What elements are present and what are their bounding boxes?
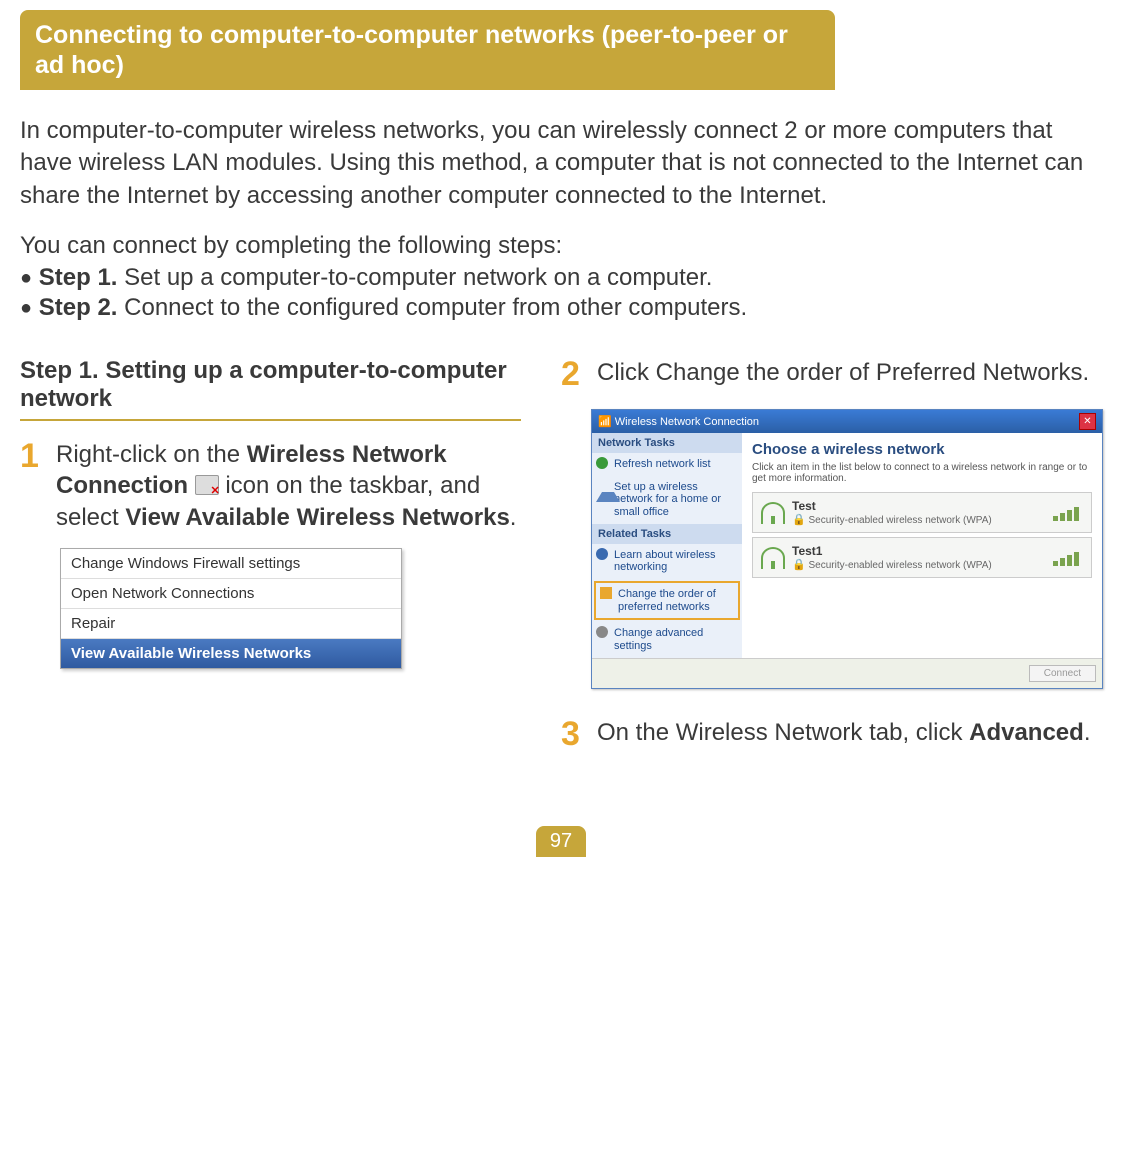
info-icon bbox=[596, 548, 608, 560]
home-icon bbox=[596, 480, 620, 502]
network-name: Test1 bbox=[792, 544, 992, 558]
step-number-2: 2 bbox=[561, 357, 589, 391]
instruction-3: 3 On the Wireless Network tab, click Adv… bbox=[561, 717, 1102, 751]
close-icon[interactable]: ✕ bbox=[1079, 413, 1096, 430]
instruction-2: 2 Click Change the order of Preferred Ne… bbox=[561, 357, 1102, 391]
network-name: Test bbox=[792, 499, 992, 513]
signal-bars-icon bbox=[1053, 550, 1083, 566]
step-number-1: 1 bbox=[20, 439, 48, 533]
intro-text: In computer-to-computer wireless network… bbox=[20, 115, 1102, 212]
signal-icon bbox=[761, 502, 785, 524]
window-sidebar: Network Tasks Refresh network list Set u… bbox=[592, 433, 742, 657]
sidebar-link-change-order[interactable]: Change the order of preferred networks bbox=[594, 581, 740, 620]
instruction-1: 1 Right-click on the Wireless Network Co… bbox=[20, 439, 521, 533]
wireless-tray-icon bbox=[195, 475, 219, 495]
gear-icon bbox=[596, 626, 608, 638]
sidebar-heading-tasks: Network Tasks bbox=[592, 433, 742, 453]
wireless-icon: 📶 bbox=[598, 416, 615, 428]
window-main-heading: Choose a wireless network bbox=[752, 441, 1092, 458]
context-menu-item[interactable]: Open Network Connections bbox=[61, 579, 401, 609]
sidebar-link-learn[interactable]: Learn about wireless networking bbox=[592, 544, 742, 579]
window-title: 📶 Wireless Network Connection bbox=[598, 415, 759, 428]
page-number: 97 bbox=[536, 826, 586, 857]
network-list-item[interactable]: Test 🔒 Security-enabled wireless network… bbox=[752, 492, 1092, 533]
sidebar-link-refresh[interactable]: Refresh network list bbox=[592, 453, 742, 476]
context-menu-item-selected[interactable]: View Available Wireless Networks bbox=[61, 639, 401, 668]
refresh-icon bbox=[596, 457, 608, 469]
sidebar-link-advanced[interactable]: Change advanced settings bbox=[592, 622, 742, 657]
signal-bars-icon bbox=[1053, 505, 1083, 521]
sidebar-link-setup[interactable]: Set up a wireless network for a home or … bbox=[592, 476, 742, 524]
step1-heading: Step 1. Setting up a computer-to-compute… bbox=[20, 357, 521, 421]
wireless-window-screenshot: 📶 Wireless Network Connection ✕ Network … bbox=[591, 409, 1103, 688]
context-menu-item[interactable]: Repair bbox=[61, 609, 401, 639]
section-title: Connecting to computer-to-computer netwo… bbox=[20, 10, 835, 90]
steps-intro: You can connect by completing the follow… bbox=[20, 232, 1102, 260]
window-main-subtext: Click an item in the list below to conne… bbox=[752, 462, 1092, 484]
network-security: 🔒 Security-enabled wireless network (WPA… bbox=[792, 513, 992, 526]
connect-button[interactable]: Connect bbox=[1029, 665, 1096, 682]
lock-icon: 🔒 bbox=[792, 559, 806, 571]
overview-step-2: ● Step 2. Connect to the configured comp… bbox=[20, 294, 1102, 322]
step-number-3: 3 bbox=[561, 717, 589, 751]
sidebar-heading-related: Related Tasks bbox=[592, 524, 742, 544]
star-icon bbox=[600, 587, 612, 599]
network-security: 🔒 Security-enabled wireless network (WPA… bbox=[792, 558, 992, 571]
context-menu-item[interactable]: Change Windows Firewall settings bbox=[61, 549, 401, 579]
overview-step-1: ● Step 1. Set up a computer-to-computer … bbox=[20, 264, 1102, 292]
signal-icon bbox=[761, 547, 785, 569]
lock-icon: 🔒 bbox=[792, 514, 806, 526]
window-titlebar: 📶 Wireless Network Connection ✕ bbox=[592, 410, 1102, 433]
network-list-item[interactable]: Test1 🔒 Security-enabled wireless networ… bbox=[752, 537, 1092, 578]
context-menu-screenshot: Change Windows Firewall settings Open Ne… bbox=[60, 548, 402, 669]
